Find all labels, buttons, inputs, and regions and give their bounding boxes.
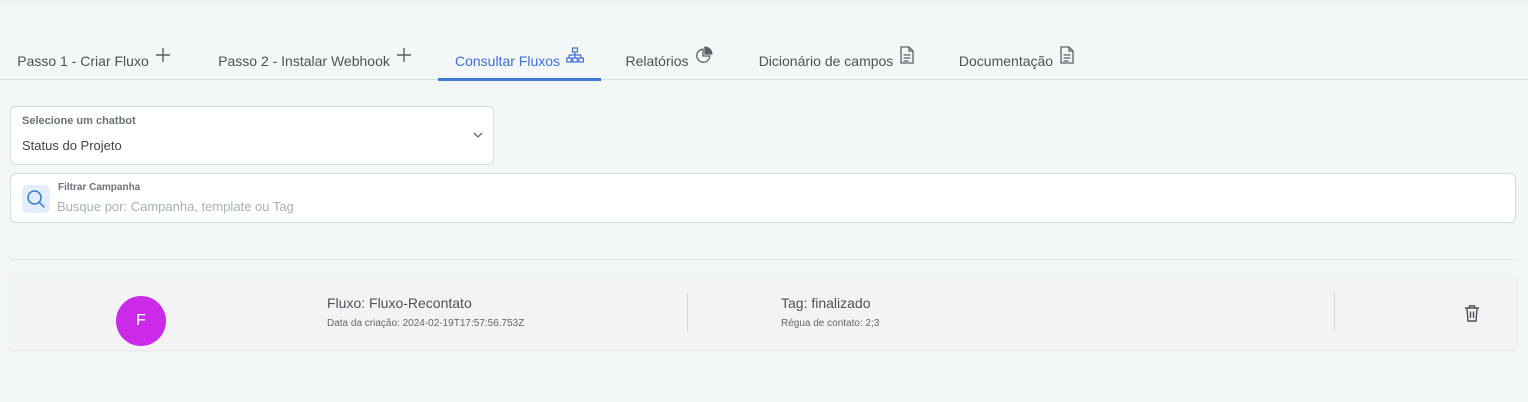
chatbot-select[interactable]: Selecione um chatbot Status do Projeto: [10, 106, 494, 165]
document-icon: [1059, 46, 1075, 64]
tab-instalar-webhook[interactable]: Passo 2 - Instalar Webhook: [206, 36, 424, 80]
tab-label: Consultar Fluxos: [454, 53, 561, 69]
tab-label: Dicionário de campos: [758, 53, 894, 69]
chevron-down-icon[interactable]: [472, 129, 484, 141]
column-divider: [1334, 294, 1335, 331]
plus-icon: [396, 47, 412, 63]
flow-tag: Tag: finalizado: [781, 295, 871, 311]
tab-documentacao[interactable]: Documentação: [950, 36, 1084, 80]
pie-chart-icon: [695, 46, 713, 64]
avatar: F: [116, 296, 166, 346]
chatbot-select-label: Selecione um chatbot: [22, 115, 136, 127]
flow-contact-rule: Régua de contato: 2;3: [781, 318, 880, 329]
tab-label: Passo 2 - Instalar Webhook: [218, 53, 390, 69]
campaign-filter: Filtrar Campanha: [10, 173, 1516, 223]
flow-creation-date: Data da criação: 2024-02-19T17:57:56.753…: [327, 318, 525, 329]
tab-label: Relatórios: [625, 53, 689, 69]
tab-label: Passo 1 - Criar Fluxo: [17, 53, 149, 69]
tab-dicionario-de-campos[interactable]: Dicionário de campos: [748, 36, 926, 80]
column-divider: [687, 294, 688, 331]
tab-label: Documentação: [958, 53, 1054, 69]
top-bar: [0, 0, 1528, 14]
plus-icon: [155, 47, 171, 63]
search-input[interactable]: [57, 196, 1497, 216]
trash-icon[interactable]: [1462, 302, 1482, 324]
divider: [10, 259, 1516, 260]
search-icon[interactable]: [22, 185, 50, 213]
chatbot-select-value: Status do Projeto: [22, 138, 122, 153]
tab-bar: Passo 1 - Criar Fluxo Passo 2 - Instalar…: [0, 36, 1528, 81]
tab-relatorios[interactable]: Relatórios: [614, 36, 724, 80]
tab-criar-fluxo[interactable]: Passo 1 - Criar Fluxo: [10, 36, 178, 80]
tab-consultar-fluxos[interactable]: Consultar Fluxos: [438, 36, 601, 81]
filter-label: Filtrar Campanha: [58, 182, 141, 193]
document-icon: [899, 46, 915, 64]
flow-card: F Fluxo: Fluxo-Recontato Data da criação…: [10, 276, 1516, 350]
sitemap-icon: [566, 47, 584, 63]
flow-name: Fluxo: Fluxo-Recontato: [327, 295, 472, 311]
